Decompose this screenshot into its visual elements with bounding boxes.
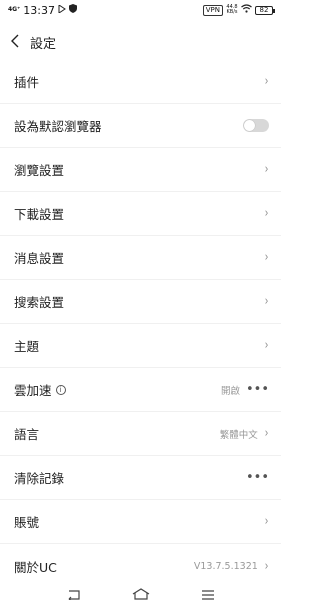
chevron-right-icon: › <box>264 162 269 177</box>
settings-row-browse[interactable]: 瀏覽設置 › <box>0 148 281 192</box>
chevron-right-icon: › <box>264 74 269 89</box>
language-label: 語言 <box>14 427 40 442</box>
chevron-right-icon: › <box>264 206 269 221</box>
toggle-knob <box>244 120 255 131</box>
settings-row-clear-history: 清除記錄 ••• <box>0 456 281 500</box>
settings-row-cloud-accel: 雲加速 i 開啟 ••• <box>0 368 281 412</box>
theme-label: 主題 <box>14 339 40 354</box>
settings-list: 插件 › 設為默認瀏覽器 瀏覽設置 › 下載設置 › 消息設置 › 搜索設置 ›… <box>0 60 281 588</box>
settings-row-search[interactable]: 搜索設置 › <box>0 280 281 324</box>
search-settings-label: 搜索設置 <box>14 295 65 310</box>
chevron-right-icon: › <box>264 250 269 265</box>
status-time: 13:37 <box>23 3 55 17</box>
shield-icon <box>68 4 77 16</box>
cloud-accel-value: 開啟 <box>220 385 240 397</box>
vpn-badge: VPN <box>202 4 223 16</box>
cloud-accel-label: 雲加速 <box>14 383 52 398</box>
page-title: 設定 <box>30 36 57 52</box>
settings-row-language[interactable]: 語言 繁體中文 › <box>0 412 281 456</box>
nav-back-icon <box>67 585 81 604</box>
network-speed: 44.8 KB/s <box>226 5 238 15</box>
settings-row-default-browser: 設為默認瀏覽器 <box>0 104 281 148</box>
more-icon[interactable]: ••• <box>246 470 269 485</box>
settings-row-message[interactable]: 消息設置 › <box>0 236 281 280</box>
nav-home-button[interactable] <box>131 584 151 604</box>
back-arrow-icon <box>11 33 19 52</box>
settings-row-account[interactable]: 賬號 › <box>0 500 281 544</box>
network-speed-unit: KB/s <box>226 9 238 15</box>
download-settings-label: 下載設置 <box>14 207 65 222</box>
browse-settings-label: 瀏覽設置 <box>14 163 65 178</box>
play-store-icon <box>58 3 66 16</box>
message-settings-label: 消息設置 <box>14 251 65 266</box>
about-label: 關於UC <box>14 559 57 575</box>
chevron-right-icon: › <box>264 338 269 353</box>
more-icon[interactable]: ••• <box>246 382 269 397</box>
status-bar: 4G⁺ 13:37 VPN 44.8 KB/s 82 <box>0 0 281 20</box>
back-button[interactable] <box>0 28 30 56</box>
language-value: 繁體中文 <box>219 429 258 441</box>
cloud-accel-label-group: 雲加速 i <box>14 380 66 399</box>
system-nav-bar <box>0 580 281 608</box>
chevron-right-icon: › <box>264 558 269 574</box>
about-version: V13.7.5.1321 <box>193 560 258 572</box>
signal-indicator: 4G⁺ <box>8 6 21 13</box>
nav-menu-icon <box>201 585 215 604</box>
wifi-icon <box>241 4 252 16</box>
account-label: 賬號 <box>14 515 40 530</box>
nav-home-icon <box>132 585 150 604</box>
nav-back-button[interactable] <box>64 584 84 604</box>
nav-menu-button[interactable] <box>198 584 218 604</box>
settings-row-theme[interactable]: 主題 › <box>0 324 281 368</box>
plugins-label: 插件 <box>14 75 40 90</box>
settings-row-download[interactable]: 下載設置 › <box>0 192 281 236</box>
info-icon[interactable]: i <box>55 384 66 395</box>
battery-indicator: 82 <box>255 5 275 15</box>
default-browser-label: 設為默認瀏覽器 <box>14 119 102 134</box>
settings-row-plugins[interactable]: 插件 › <box>0 60 281 104</box>
header: 設定 <box>0 28 281 56</box>
chevron-right-icon: › <box>264 514 269 529</box>
default-browser-toggle[interactable] <box>243 119 269 132</box>
clear-history-label: 清除記錄 <box>14 471 65 486</box>
chevron-right-icon: › <box>264 426 269 441</box>
chevron-right-icon: › <box>264 294 269 309</box>
